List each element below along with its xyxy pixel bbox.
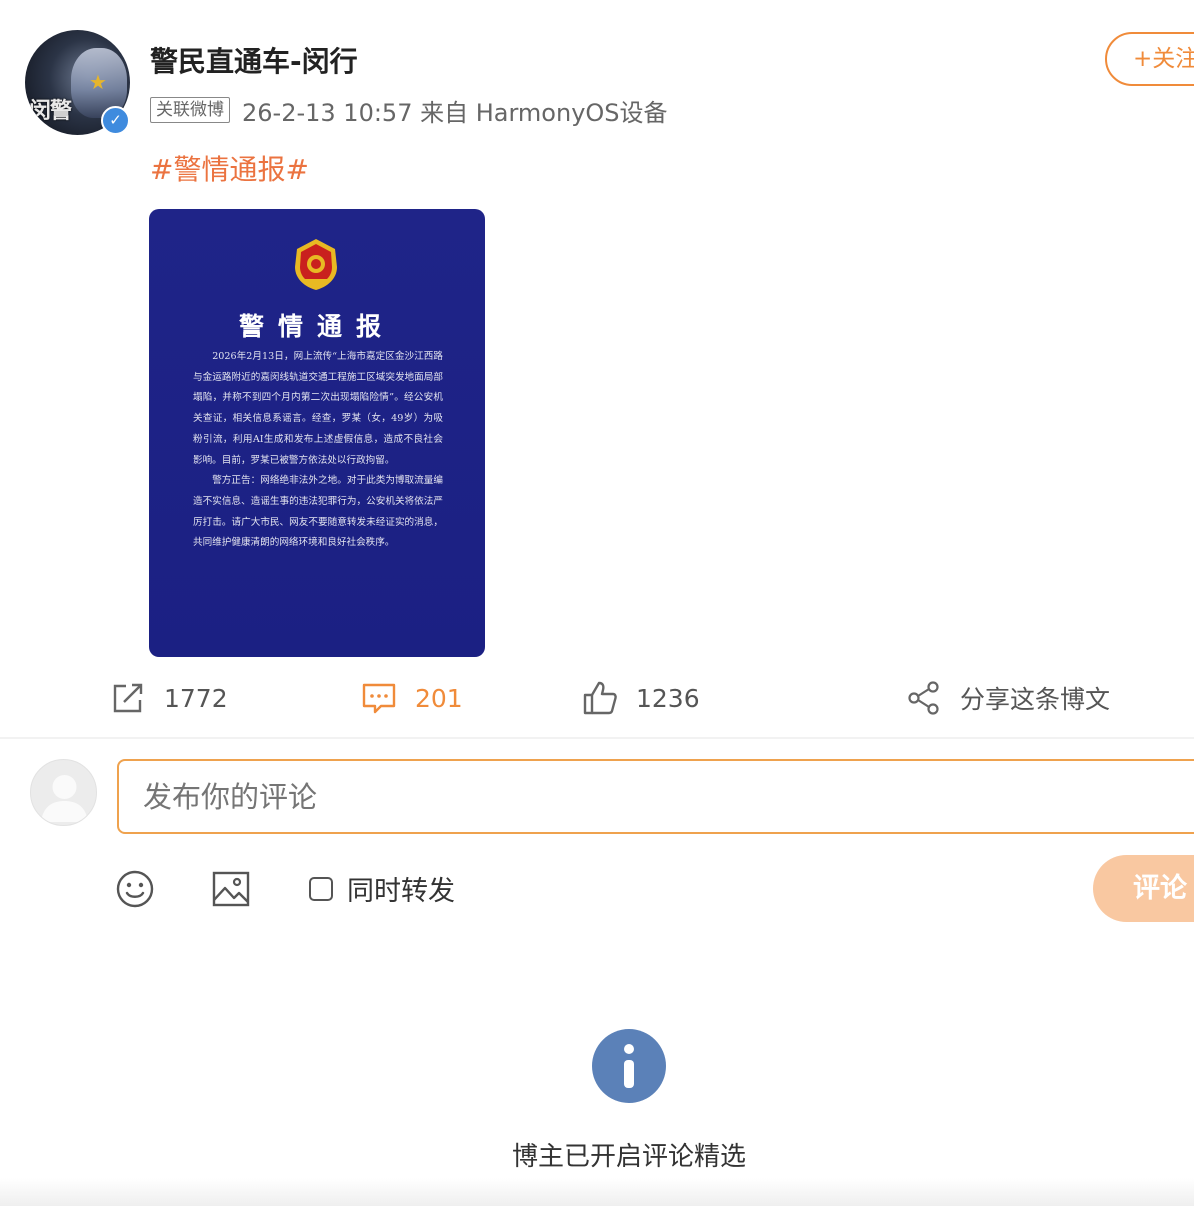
comment-curation-notice: 博主已开启评论精选 <box>511 1142 746 1172</box>
repost-checkbox[interactable]: 同时转发 <box>309 869 455 908</box>
comment-input[interactable] <box>117 759 1194 834</box>
notice-title: 警情通报 <box>238 312 395 341</box>
comment-button[interactable]: 201 <box>361 676 463 720</box>
emoji-button[interactable] <box>115 868 155 910</box>
checkbox-box[interactable] <box>309 876 333 901</box>
post-time-source: 26-2-13 10:57 来自 HarmonyOS设备 <box>242 98 668 127</box>
notice-paragraph: 警方正告：网络绝非法外之地。对于此类为博取流量编造不实信息、造谣生事的违法犯罪行… <box>193 475 443 549</box>
verified-icon: ✓ <box>101 106 130 135</box>
notice-body: 2026年2月13日，网上流传“上海市嘉定区金沙江西路与金运路附近的嘉闵线轨道交… <box>193 347 443 554</box>
badge-star-icon: ★ <box>89 70 107 94</box>
image-icon <box>212 871 250 907</box>
comment-count: 201 <box>415 683 463 713</box>
like-count: 1236 <box>636 683 700 713</box>
default-avatar-icon <box>41 775 88 822</box>
image-upload-button[interactable] <box>211 868 251 910</box>
notice-paragraph: 2026年2月13日，网上流传“上海市嘉定区金沙江西路与金运路附近的嘉闵线轨道交… <box>193 351 443 466</box>
hashtag-link[interactable]: #警情通报# <box>150 148 309 188</box>
share-button[interactable]: 分享这条博文 <box>906 676 1110 720</box>
info-icon <box>592 1029 666 1103</box>
share-icon <box>908 681 939 715</box>
submit-comment-button[interactable]: 评论 <box>1093 855 1194 922</box>
post-image[interactable]: 警情通报 2026年2月13日，网上流传“上海市嘉定区金沙江西路与金运路附近的嘉… <box>149 209 485 657</box>
repost-button[interactable]: 1772 <box>110 676 228 720</box>
follow-button[interactable]: +关注 <box>1105 32 1194 86</box>
like-button[interactable]: 1236 <box>582 676 700 720</box>
repost-icon <box>113 683 143 713</box>
repost-count: 1772 <box>164 683 228 713</box>
repost-checkbox-label: 同时转发 <box>347 876 455 907</box>
linked-weibo-tag[interactable]: 关联微博 <box>150 97 230 123</box>
divider <box>0 737 1194 739</box>
bottom-edge <box>0 1178 1194 1206</box>
emoji-icon <box>116 870 154 908</box>
share-label: 分享这条博文 <box>960 685 1111 714</box>
user-avatar <box>30 759 97 826</box>
like-icon <box>583 681 617 715</box>
post-meta: 关联微博 26-2-13 10:57 来自 HarmonyOS设备 <box>150 94 668 127</box>
comment-icon <box>362 683 396 714</box>
police-emblem-icon <box>295 239 337 290</box>
avatar-label: 闵警 <box>29 99 72 124</box>
author-name[interactable]: 警民直通车-闵行 <box>150 40 358 80</box>
